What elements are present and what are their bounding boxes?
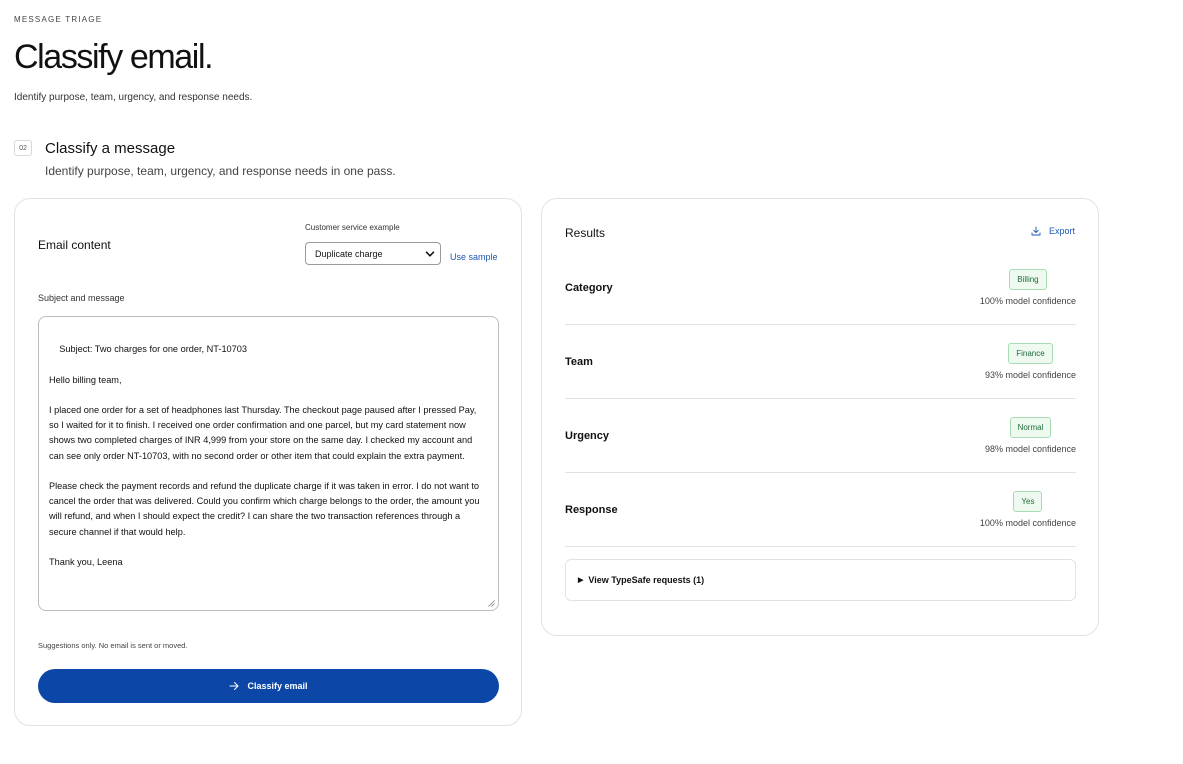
result-confidence: 100% model confidence [979, 518, 1076, 528]
example-select-label: Customer service example [305, 223, 400, 232]
results-card: Results Export Category Billing 100% mod… [541, 198, 1099, 636]
example-select-value: Duplicate charge [315, 248, 383, 259]
result-badge: Yes [1013, 491, 1043, 512]
page-subtitle: Identify purpose, team, urgency, and res… [14, 92, 253, 103]
email-content-card: Email content Customer service example D… [14, 198, 522, 726]
resize-grip-icon[interactable] [488, 600, 495, 607]
suggestions-hint: Suggestions only. No email is sent or mo… [38, 641, 188, 650]
message-textarea[interactable]: Subject: Two charges for one order, NT-1… [38, 316, 499, 611]
results-title: Results [565, 226, 606, 240]
page-title: Classify email. [14, 38, 214, 76]
result-label: Category [565, 281, 613, 294]
result-confidence: 100% model confidence [979, 296, 1076, 306]
message-field-label: Subject and message [38, 293, 125, 303]
email-content-heading: Email content [38, 238, 111, 252]
classify-email-button[interactable]: Classify email [38, 669, 499, 703]
result-row-urgency: Urgency Normal 98% model confidence [565, 399, 1076, 473]
export-button[interactable]: Export [1031, 226, 1075, 236]
result-confidence: 93% model confidence [984, 370, 1076, 380]
message-text: Subject: Two charges for one order, NT-1… [49, 344, 480, 568]
result-badge: Finance [1008, 343, 1053, 364]
use-sample-link[interactable]: Use sample [450, 252, 498, 262]
result-badge: Billing [1009, 269, 1047, 290]
disclosure-triangle-icon: ▶ [578, 577, 584, 584]
result-label: Response [565, 503, 618, 516]
export-label: Export [1048, 226, 1075, 236]
download-icon [1031, 226, 1041, 236]
section-subtitle: Identify purpose, team, urgency, and res… [45, 164, 396, 178]
result-confidence: 98% model confidence [984, 444, 1076, 454]
result-row-team: Team Finance 93% model confidence [565, 325, 1076, 399]
typesafe-requests-toggle[interactable]: ▶ View TypeSafe requests (1) [565, 559, 1076, 601]
example-select[interactable]: Duplicate charge [305, 242, 441, 265]
classify-email-label: Classify email [247, 681, 308, 691]
typesafe-requests-label: View TypeSafe requests (1) [588, 575, 705, 585]
step-badge: 02 [14, 140, 32, 156]
result-badge: Normal [1009, 417, 1052, 438]
result-row-category: Category Billing 100% model confidence [565, 251, 1076, 325]
result-label: Team [565, 355, 593, 368]
eyebrow: MESSAGE TRIAGE [14, 15, 103, 24]
section-title: Classify a message [45, 140, 176, 157]
result-row-response: Response Yes 100% model confidence [565, 473, 1076, 547]
chevron-down-icon [425, 251, 435, 257]
result-label: Urgency [565, 429, 610, 442]
arrow-right-icon [229, 682, 239, 690]
